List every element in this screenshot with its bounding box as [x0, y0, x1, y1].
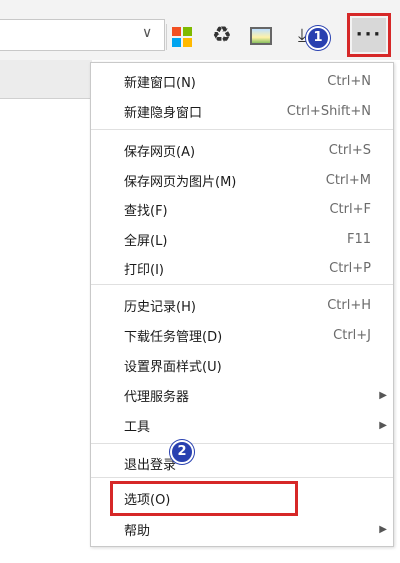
main-menu: 新建窗口(N) Ctrl+N 新建隐身窗口 Ctrl+Shift+N 保存网页(A) Ct…: [90, 62, 394, 547]
more-menu-button[interactable]: ···: [352, 18, 386, 52]
menu-item[interactable]: 代理服务器 ▶: [91, 381, 393, 409]
menu-divider: [91, 477, 393, 478]
tab-strip-border: [0, 98, 92, 99]
more-button-highlight: ···: [347, 13, 391, 57]
menu-item[interactable]: 设置界面样式(U): [91, 351, 393, 379]
options-highlight: [110, 481, 298, 516]
menu-item-label: 新建隐身窗口: [124, 105, 203, 121]
menu-item-label: 新建窗口(N): [124, 75, 196, 91]
menu-item[interactable]: 全屏(L) F11: [91, 225, 393, 253]
tab-strip: [0, 60, 92, 98]
menu-item-shortcut: Ctrl+J: [333, 327, 371, 343]
ms-tiles-icon[interactable]: [172, 27, 192, 47]
tile-blue: [172, 38, 181, 47]
menu-item-shortcut: Ctrl+P: [329, 260, 371, 276]
menu-divider: [91, 129, 393, 130]
menu-item-label: 查找(F): [124, 203, 168, 219]
menu-item[interactable]: 保存网页为图片(M) Ctrl+M: [91, 166, 393, 194]
address-bar[interactable]: ∨: [0, 19, 165, 51]
menu-item[interactable]: 工具 ▶: [91, 411, 393, 439]
chevron-down-icon[interactable]: ∨: [142, 26, 156, 40]
menu-item-shortcut: F11: [346, 231, 371, 247]
submenu-arrow-icon: ▶: [379, 523, 387, 535]
menu-item-label: 保存网页为图片(M): [124, 174, 237, 190]
menu-item[interactable]: 新建隐身窗口 Ctrl+Shift+N: [91, 97, 393, 125]
step-badge-2: 2: [170, 440, 194, 464]
menu-item-label: 设置界面样式(U): [124, 359, 222, 375]
menu-divider: [91, 443, 393, 444]
menu-item[interactable]: 打印(I) Ctrl+P: [91, 254, 393, 282]
menu-item[interactable]: 退出登录: [91, 449, 393, 477]
menu-item[interactable]: 查找(F) Ctrl+F: [91, 195, 393, 223]
menu-item-label: 帮助: [124, 523, 151, 539]
menu-divider: [91, 284, 393, 285]
recycle-icon[interactable]: ♻: [212, 25, 234, 47]
menu-item[interactable]: 下载任务管理(D) Ctrl+J: [91, 321, 393, 349]
browser-toolbar: ∨ ♻ ⤓ 1 ···: [0, 0, 400, 60]
menu-item-shortcut: Ctrl+M: [325, 172, 371, 188]
menu-item-label: 打印(I): [124, 262, 164, 278]
step-badge-1: 1: [306, 26, 330, 50]
tile-green: [183, 27, 192, 36]
submenu-arrow-icon: ▶: [379, 419, 387, 431]
tile-red: [172, 27, 181, 36]
menu-item-shortcut: Ctrl+F: [329, 201, 371, 217]
menu-item[interactable]: 新建窗口(N) Ctrl+N: [91, 67, 393, 95]
menu-item-label: 历史记录(H): [124, 299, 196, 315]
menu-item[interactable]: 帮助 ▶: [91, 515, 393, 543]
image-icon[interactable]: [250, 27, 272, 45]
menu-item-shortcut: Ctrl+H: [327, 297, 371, 313]
tile-yellow: [183, 38, 192, 47]
menu-item-label: 退出登录: [124, 457, 177, 473]
menu-item[interactable]: 保存网页(A) Ctrl+S: [91, 136, 393, 164]
menu-item-shortcut: Ctrl+S: [328, 142, 371, 158]
submenu-arrow-icon: ▶: [379, 389, 387, 401]
toolbar-separator: [166, 24, 167, 50]
menu-item-label: 工具: [124, 419, 151, 435]
menu-item-shortcut: Ctrl+N: [327, 73, 371, 89]
menu-item-shortcut: Ctrl+Shift+N: [286, 103, 371, 119]
menu-item-label: 全屏(L): [124, 233, 168, 249]
menu-item-label: 保存网页(A): [124, 144, 196, 160]
menu-item-label: 代理服务器: [124, 389, 190, 405]
menu-item-label: 下载任务管理(D): [124, 329, 223, 345]
menu-item[interactable]: 历史记录(H) Ctrl+H: [91, 291, 393, 319]
